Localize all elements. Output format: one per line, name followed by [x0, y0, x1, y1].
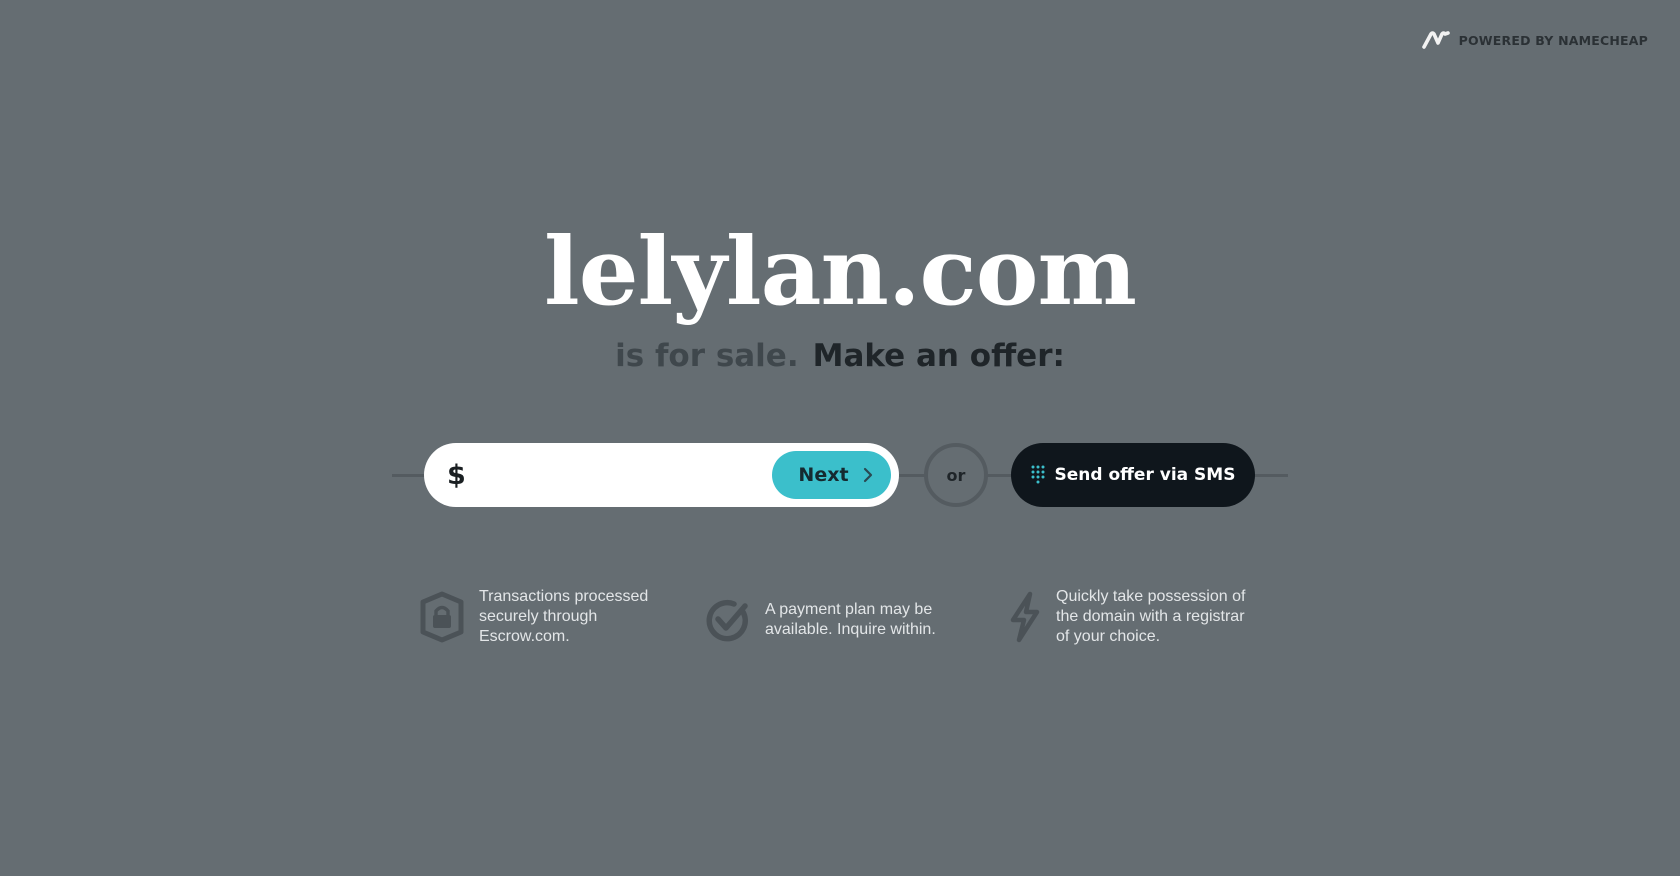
send-offer-sms-button[interactable]: Send offer via SMS	[1011, 443, 1255, 507]
for-sale-text: is for sale.	[615, 338, 799, 374]
domain-title: lelylan.com	[544, 217, 1137, 327]
feature-possession: Quickly take possession of the domain wi…	[1008, 587, 1245, 647]
or-label: or	[946, 465, 966, 485]
feature-payment-plan-text: A payment plan may be available. Inquire…	[765, 601, 936, 638]
feature-escrow-text: Transactions processed securely through …	[479, 588, 649, 645]
lightning-bolt-icon	[1010, 591, 1040, 643]
offer-amount-input[interactable]	[471, 455, 772, 495]
next-button[interactable]: Next	[772, 451, 891, 499]
subtitle: is for sale. Make an offer:	[0, 336, 1680, 376]
next-button-label: Next	[798, 464, 849, 486]
offer-row: $ Next or Send offer via SMS	[392, 443, 1288, 507]
feature-escrow: Transactions processed securely through …	[419, 587, 648, 647]
page: POWERED BY NAMECHEAP lelylan.com is for …	[0, 0, 1680, 876]
feature-payment-plan: A payment plan may be available. Inquire…	[705, 597, 936, 643]
feature-possession-text: Quickly take possession of the domain wi…	[1056, 588, 1246, 645]
powered-by-link[interactable]: POWERED BY NAMECHEAP	[1421, 31, 1648, 49]
currency-symbol: $	[447, 459, 466, 491]
chevron-right-icon	[863, 467, 872, 483]
powered-by-text: POWERED BY NAMECHEAP	[1458, 32, 1648, 48]
namecheap-logo-icon	[1421, 31, 1450, 49]
offer-form: $ Next	[424, 443, 899, 507]
sms-button-label: Send offer via SMS	[1054, 465, 1236, 485]
make-offer-text: Make an offer:	[812, 338, 1065, 374]
keypad-icon	[1031, 465, 1045, 484]
checkmark-circle-icon	[706, 599, 748, 642]
features-list: Transactions processed securely through …	[0, 587, 1680, 657]
or-separator: or	[924, 443, 988, 507]
shield-lock-icon	[420, 591, 464, 643]
